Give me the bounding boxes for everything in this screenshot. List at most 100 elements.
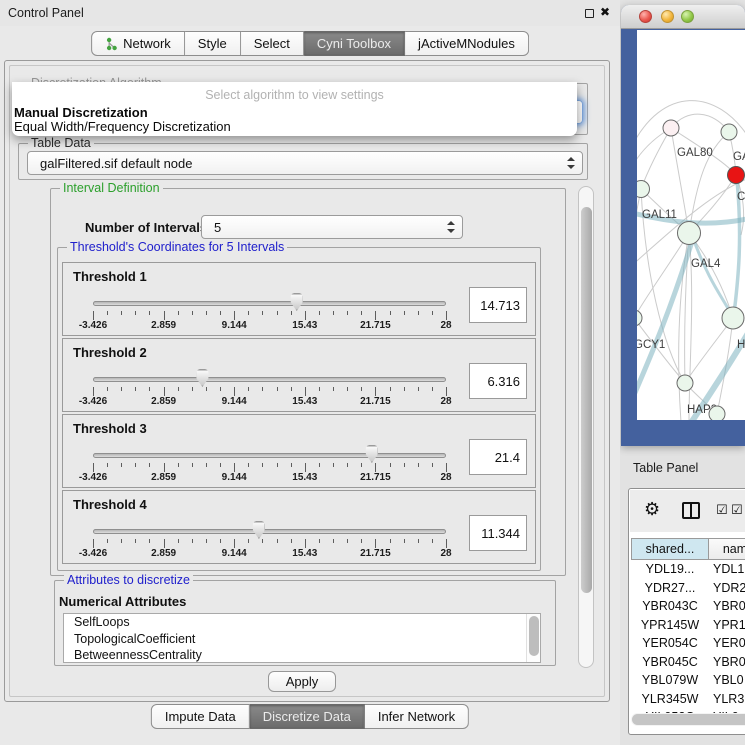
network-node-ga[interactable] — [721, 124, 737, 140]
scale-tick-label: -3.426 — [79, 548, 107, 559]
checkbox-icon[interactable]: ☑ — [731, 503, 743, 518]
scale-tick-label: 15.43 — [292, 548, 317, 559]
table-row[interactable]: YLR345WYLR3 — [631, 690, 745, 709]
popup-item-equal-width-frequency[interactable]: Equal Width/Frequency Discretization — [14, 119, 231, 134]
table-row[interactable]: YER054CYER0 — [631, 634, 745, 653]
tab-select[interactable]: Select — [241, 31, 304, 56]
attribute-item[interactable]: TopologicalCoefficient — [64, 631, 540, 648]
attribute-item[interactable]: SelfLoops — [64, 614, 540, 631]
cell-name[interactable]: YBR0 — [709, 653, 745, 672]
settings-gear-icon[interactable]: ⚙ — [644, 499, 660, 520]
network-edge — [671, 114, 729, 132]
apply-button[interactable]: Apply — [268, 671, 336, 692]
tab-cyni-toolbox[interactable]: Cyni Toolbox — [304, 31, 405, 56]
network-node-gal80[interactable] — [663, 120, 679, 136]
slider-thumb[interactable] — [195, 369, 210, 387]
slider-thumb[interactable] — [251, 521, 266, 539]
threshold-slider[interactable]: -3.4262.8599.14415.4321.71528 — [93, 365, 446, 411]
threshold-value-field[interactable]: 21.4 — [469, 439, 527, 475]
network-graph[interactable]: GAL80GACGAL11GAL4GCY1HHAP2 — [637, 30, 745, 420]
tab-style[interactable]: Style — [185, 31, 241, 56]
cell-name[interactable]: YDL1 — [709, 560, 745, 579]
number-of-intervals-label: Number of Intervals — [85, 220, 207, 235]
scale-tick-label: 28 — [440, 396, 451, 407]
split-columns-icon[interactable] — [682, 502, 700, 519]
network-node[interactable] — [709, 406, 725, 420]
table-horizontal-scrollbar[interactable] — [631, 713, 745, 726]
network-node-hap2[interactable] — [677, 375, 693, 391]
network-node-c[interactable] — [728, 167, 745, 184]
network-node-gal4[interactable] — [678, 222, 701, 245]
slider-thumb[interactable] — [289, 293, 304, 311]
cell-name[interactable]: YBL0 — [709, 671, 745, 690]
popup-item-manual-discretization[interactable]: Manual Discretization — [14, 105, 148, 120]
cell-shared-name[interactable]: YBR043C — [631, 597, 709, 616]
threshold-value-field[interactable]: 14.713 — [469, 287, 527, 323]
column-header-name[interactable]: name — [709, 538, 745, 560]
network-window-titlebar[interactable] — [621, 5, 745, 29]
threshold-slider[interactable]: -3.4262.8599.14415.4321.71528 — [93, 517, 446, 563]
table-row[interactable]: YDR27...YDR2 — [631, 579, 745, 598]
network-node-gcy1[interactable] — [637, 310, 642, 326]
table-row[interactable]: YBL079WYBL0 — [631, 671, 745, 690]
attribute-item[interactable]: BetweennessCentrality — [64, 647, 540, 663]
slider-thumb[interactable] — [364, 445, 379, 463]
table-row[interactable]: YDL19...YDL1 — [631, 560, 745, 579]
cell-shared-name[interactable]: YPR145W — [631, 616, 709, 635]
tab-impute-data[interactable]: Impute Data — [151, 704, 250, 729]
float-window-icon[interactable] — [585, 9, 594, 18]
minimize-traffic-light[interactable] — [661, 10, 674, 23]
scale-tick-label: 28 — [440, 472, 451, 483]
zoom-traffic-light[interactable] — [681, 10, 694, 23]
list-scrollbar[interactable] — [526, 614, 540, 662]
numerical-attributes-list[interactable]: SelfLoopsTopologicalCoefficientBetweenne… — [63, 613, 541, 663]
threshold-label: Threshold 4 — [73, 497, 147, 512]
table-panel: ⚙ ☑ ☑ shared... name YDL19...YDL1YDR27..… — [628, 488, 745, 735]
threshold-value-field[interactable]: 6.316 — [469, 363, 527, 399]
tab-jactivemnodules[interactable]: jActiveMNodules — [405, 31, 529, 56]
slider-track[interactable] — [93, 301, 446, 306]
content-scrollbar-thumb[interactable] — [581, 207, 592, 593]
close-traffic-light[interactable] — [639, 10, 652, 23]
cell-name[interactable]: YDR2 — [709, 579, 745, 598]
network-canvas[interactable]: GAL80GACGAL11GAL4GCY1HHAP2 — [637, 30, 745, 420]
slider-track[interactable] — [93, 529, 446, 534]
number-of-intervals-combobox[interactable]: 5 — [201, 215, 463, 239]
content-scrollbar[interactable] — [578, 186, 594, 668]
network-edge — [637, 189, 641, 255]
table-data-group: Table Data galFiltered.sif default node — [18, 143, 588, 180]
tab-discretize-data[interactable]: Discretize Data — [250, 704, 365, 729]
scale-tick-label: 28 — [440, 320, 451, 331]
tab-infer-network[interactable]: Infer Network — [365, 704, 469, 729]
tab-network[interactable]: Network — [91, 31, 185, 56]
close-icon[interactable]: ✖ — [600, 5, 610, 19]
hscrollbar-thumb[interactable] — [632, 714, 745, 725]
cell-shared-name[interactable]: YER054C — [631, 634, 709, 653]
group-title: Interval Definition — [60, 181, 163, 195]
threshold-slider[interactable]: -3.4262.8599.14415.4321.71528 — [93, 289, 446, 335]
threshold-value-field[interactable]: 11.344 — [469, 515, 527, 551]
cell-shared-name[interactable]: YLR345W — [631, 690, 709, 709]
scale-tick-label: 21.715 — [360, 396, 391, 407]
cell-shared-name[interactable]: YBL079W — [631, 671, 709, 690]
network-node-gal11[interactable] — [637, 181, 650, 198]
table-row[interactable]: YPR145WYPR1 — [631, 616, 745, 635]
table-row[interactable]: YBR043CYBR0 — [631, 597, 745, 616]
cell-shared-name[interactable]: YDR27... — [631, 579, 709, 598]
cell-shared-name[interactable]: YBR045C — [631, 653, 709, 672]
threshold-slider[interactable]: -3.4262.8599.14415.4321.71528 — [93, 441, 446, 487]
slider-track[interactable] — [93, 377, 446, 382]
cell-shared-name[interactable]: YDL19... — [631, 560, 709, 579]
cell-name[interactable]: YPR1 — [709, 616, 745, 635]
network-node-h[interactable] — [722, 307, 744, 329]
cell-name[interactable]: YLR3 — [709, 690, 745, 709]
table-data-combobox[interactable]: galFiltered.sif default node — [27, 151, 583, 175]
slider-track[interactable] — [93, 453, 446, 458]
table-row[interactable]: YBR045CYBR0 — [631, 653, 745, 672]
threshold-panel-2: Threshold 2-3.4262.8599.14415.4321.71528… — [62, 338, 536, 412]
list-scrollbar-thumb[interactable] — [529, 616, 539, 656]
column-header-shared-name[interactable]: shared... — [631, 538, 709, 560]
cell-name[interactable]: YER0 — [709, 634, 745, 653]
checkbox-icon[interactable]: ☑ — [716, 503, 728, 518]
cell-name[interactable]: YBR0 — [709, 597, 745, 616]
